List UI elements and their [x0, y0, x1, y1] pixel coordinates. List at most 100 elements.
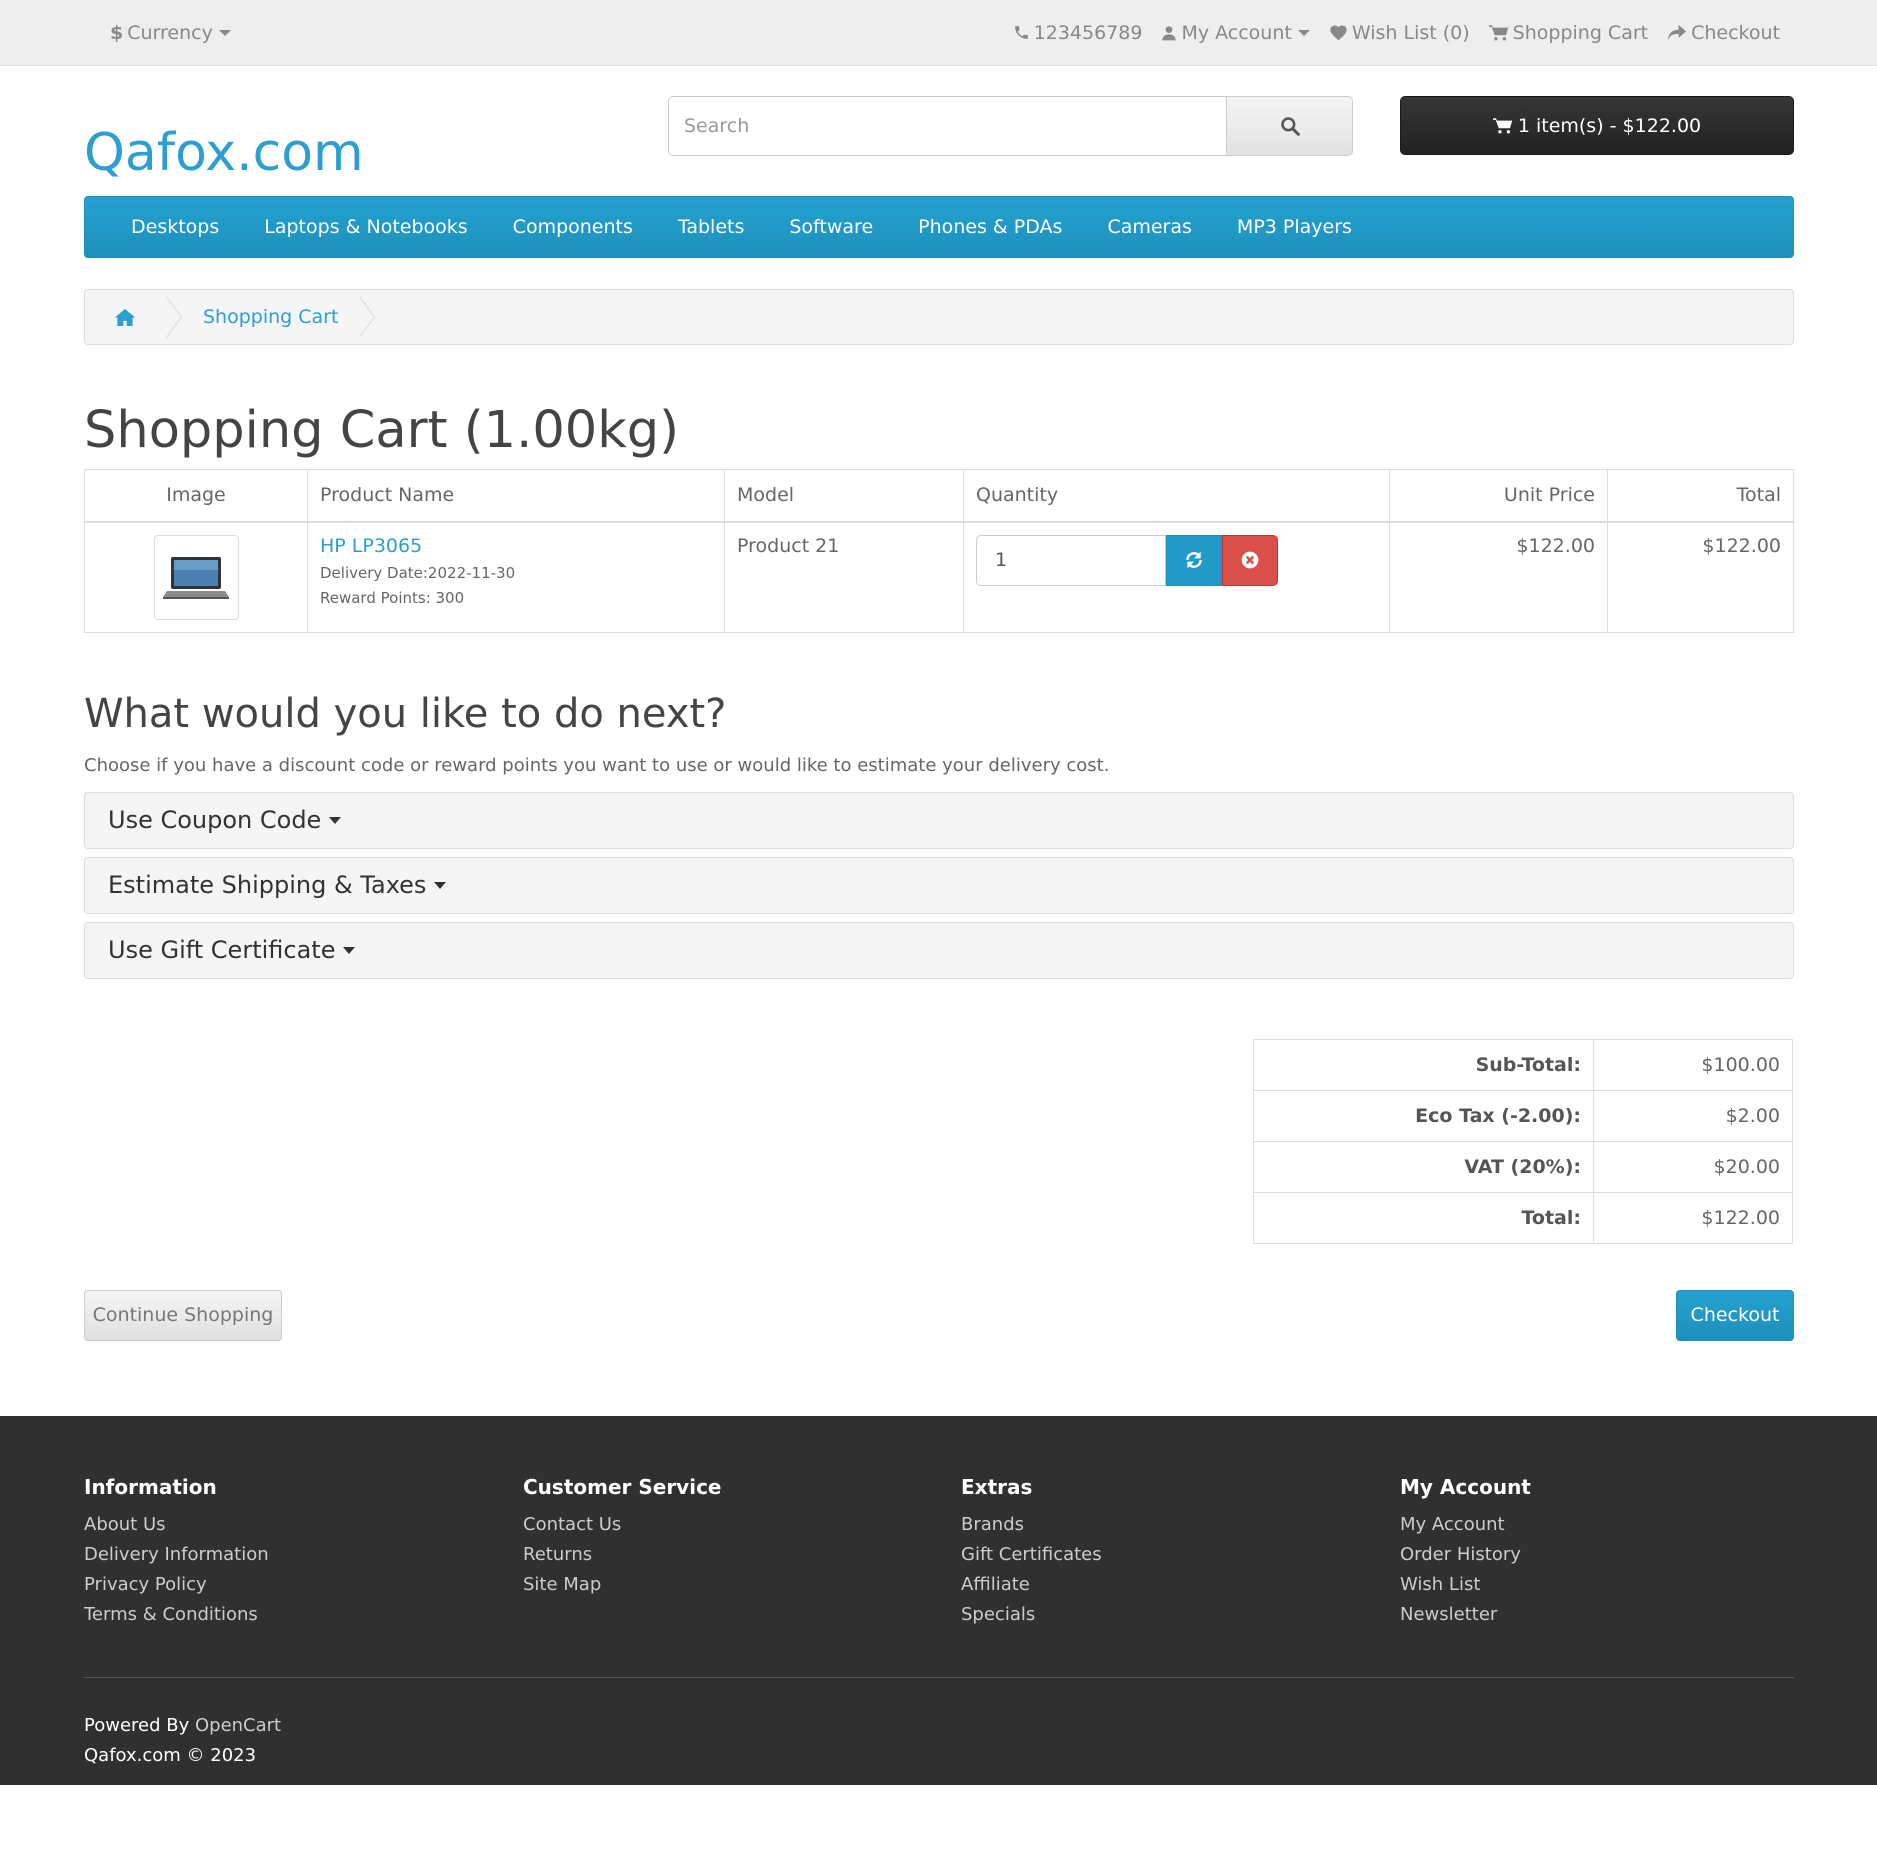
product-thumbnail[interactable]: [153, 534, 239, 620]
totals-area: Sub-Total: $100.00 Eco Tax (-2.00): $2.0…: [84, 979, 1794, 1341]
top-bar: $ Currency 123456789 My Account Wish Lis…: [0, 0, 1877, 66]
gift-certificate-panel[interactable]: Use Gift Certificate: [84, 921, 1794, 979]
footer-link[interactable]: Site Map: [523, 1570, 923, 1600]
totals-row: Eco Tax (-2.00): $2.00: [1253, 1089, 1793, 1142]
cart-table: Image Product Name Model Quantity Unit P…: [84, 469, 1794, 633]
continue-shopping-button[interactable]: Continue Shopping: [84, 1289, 282, 1341]
currency-dropdown[interactable]: $ Currency: [110, 22, 231, 44]
menu-item-phones-pdas[interactable]: Phones & PDAs: [918, 216, 1062, 238]
totals-row: Total: $122.00: [1253, 1191, 1793, 1244]
totals-label: VAT (20%):: [1253, 1140, 1594, 1193]
breadcrumb-home[interactable]: [85, 308, 165, 327]
cart-button[interactable]: 1 item(s) - $122.00: [1400, 96, 1794, 155]
footer-link[interactable]: Order History: [1400, 1540, 1800, 1570]
footer-link[interactable]: Gift Certificates: [961, 1540, 1361, 1570]
breadcrumb-separator: [166, 296, 183, 338]
powered-by: Powered By OpenCart Qafox.com © 2023: [84, 1711, 281, 1771]
column-header-quantity: Quantity: [963, 469, 1390, 523]
menu-item-components[interactable]: Components: [513, 216, 633, 238]
menu-item-software[interactable]: Software: [789, 216, 873, 238]
caret-down-icon: [329, 816, 342, 824]
search-icon: [1280, 117, 1300, 136]
footer-link[interactable]: Affiliate: [961, 1570, 1361, 1600]
page-title: Shopping Cart (1.00kg): [84, 401, 680, 460]
breadcrumb-separator: [359, 296, 376, 338]
search-group: [668, 96, 1353, 156]
dollar-icon: $: [110, 21, 124, 44]
search-input[interactable]: [668, 96, 1227, 156]
panel-title: Estimate Shipping & Taxes: [108, 871, 427, 899]
coupon-code-panel[interactable]: Use Coupon Code: [84, 791, 1794, 849]
footer-link[interactable]: Wish List: [1400, 1570, 1800, 1600]
logo[interactable]: Qafox.com: [84, 123, 364, 183]
footer-link[interactable]: Returns: [523, 1540, 923, 1570]
footer: Information About Us Delivery Informatio…: [0, 1416, 1877, 1785]
footer-link[interactable]: Specials: [961, 1600, 1361, 1630]
footer-link[interactable]: Brands: [961, 1510, 1361, 1540]
footer-link[interactable]: My Account: [1400, 1510, 1800, 1540]
checkout-label: Checkout: [1691, 21, 1780, 44]
heart-icon: [1330, 25, 1347, 41]
caret-down-icon: [1297, 29, 1310, 36]
caret-down-icon: [218, 29, 231, 36]
refresh-icon: [1186, 551, 1202, 569]
footer-divider: [84, 1677, 1794, 1678]
my-account-label: My Account: [1181, 21, 1292, 44]
totals-value: $20.00: [1593, 1140, 1793, 1193]
next-steps-title: What would you like to do next?: [84, 690, 727, 737]
footer-link[interactable]: Delivery Information: [84, 1540, 484, 1570]
column-header-product-name: Product Name: [307, 469, 725, 523]
quantity-input[interactable]: [976, 534, 1166, 586]
table-row: HP LP3065 Delivery Date:2022-11-30 Rewar…: [84, 521, 1794, 633]
menu-item-mp3-players[interactable]: MP3 Players: [1237, 216, 1352, 238]
update-button[interactable]: [1166, 534, 1222, 586]
model-cell: Product 21: [724, 521, 964, 633]
opencart-link[interactable]: OpenCart: [195, 1715, 281, 1736]
search-button[interactable]: [1226, 96, 1353, 156]
menu-item-laptops-notebooks[interactable]: Laptops & Notebooks: [264, 216, 467, 238]
shopping-cart-link[interactable]: Shopping Cart: [1488, 21, 1649, 44]
user-icon: [1162, 25, 1177, 40]
footer-heading: Extras: [961, 1475, 1033, 1499]
totals-label: Eco Tax (-2.00):: [1253, 1089, 1594, 1142]
checkout-link[interactable]: Checkout: [1667, 22, 1780, 44]
main-menu: Desktops Laptops & Notebooks Components …: [84, 196, 1794, 258]
menu-item-cameras[interactable]: Cameras: [1107, 216, 1191, 238]
unit-price-cell: $122.00: [1389, 521, 1608, 633]
menu-item-desktops[interactable]: Desktops: [131, 216, 219, 238]
table-header-row: Image Product Name Model Quantity Unit P…: [84, 469, 1794, 523]
laptop-image: [163, 557, 229, 599]
delivery-date: Delivery Date:2022-11-30: [320, 563, 516, 582]
shipping-taxes-panel[interactable]: Estimate Shipping & Taxes: [84, 856, 1794, 914]
caret-down-icon: [434, 881, 447, 889]
wish-list-link[interactable]: Wish List (0): [1329, 22, 1470, 44]
footer-column-information: Information About Us Delivery Informatio…: [84, 1472, 484, 1630]
remove-button[interactable]: [1222, 534, 1278, 586]
footer-link[interactable]: About Us: [84, 1510, 484, 1540]
reward-points: Reward Points: 300: [320, 588, 465, 607]
menu-item-tablets[interactable]: Tablets: [678, 216, 744, 238]
column-header-image: Image: [84, 469, 308, 523]
phone-icon: [1014, 26, 1028, 39]
quantity-group: [976, 534, 1377, 586]
checkout-button[interactable]: Checkout: [1676, 1289, 1794, 1341]
footer-link[interactable]: Privacy Policy: [84, 1570, 484, 1600]
footer-link[interactable]: Terms & Conditions: [84, 1600, 484, 1630]
total-cell: $122.00: [1607, 521, 1794, 633]
footer-column-extras: Extras Brands Gift Certificates Affiliat…: [961, 1472, 1361, 1630]
breadcrumb: Shopping Cart: [84, 289, 1794, 345]
cart-button-label: 1 item(s) - $122.00: [1517, 114, 1702, 137]
my-account-dropdown[interactable]: My Account: [1161, 21, 1310, 44]
cart-icon: [1488, 24, 1508, 40]
footer-column-my-account: My Account My Account Order History Wish…: [1400, 1472, 1800, 1630]
phone-link[interactable]: 123456789: [1013, 22, 1142, 44]
powered-by-label: Powered By: [84, 1715, 190, 1736]
column-header-unit-price: Unit Price: [1389, 469, 1608, 523]
next-steps-description: Choose if you have a discount code or re…: [84, 754, 1110, 776]
footer-link[interactable]: Contact Us: [523, 1510, 923, 1540]
panel-title: Use Coupon Code: [108, 806, 322, 834]
shopping-cart-label: Shopping Cart: [1512, 21, 1649, 44]
footer-link[interactable]: Newsletter: [1400, 1600, 1800, 1630]
breadcrumb-shopping-cart[interactable]: Shopping Cart: [183, 306, 358, 328]
product-name-link[interactable]: HP LP3065: [320, 535, 712, 557]
